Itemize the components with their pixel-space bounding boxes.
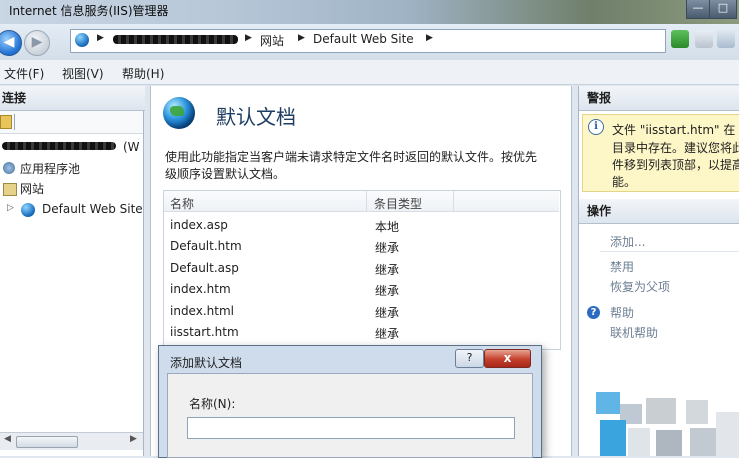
- breadcrumb-server[interactable]: [113, 35, 238, 44]
- server-node[interactable]: [2, 142, 116, 150]
- menu-view[interactable]: 视图(V): [62, 65, 104, 82]
- table-row-name[interactable]: iisstart.htm: [170, 325, 239, 339]
- horizontal-scrollbar[interactable]: ◀ ▶: [0, 432, 143, 450]
- breadcrumb-separator-icon: ▶: [245, 33, 252, 43]
- menu-bar: 文件(F) 视图(V) 帮助(H): [0, 60, 739, 85]
- window-controls: — □: [680, 0, 739, 20]
- table-row-name[interactable]: Default.asp: [170, 261, 239, 275]
- column-divider: [366, 191, 367, 211]
- desktop-tile: [686, 400, 708, 424]
- desktop-tile: [656, 430, 682, 456]
- column-divider: [453, 191, 454, 211]
- help-icon: ?: [587, 306, 600, 319]
- maximize-button[interactable]: □: [709, 0, 737, 19]
- column-header-type[interactable]: 条目类型: [374, 195, 422, 212]
- table-row-name[interactable]: index.html: [170, 304, 234, 318]
- info-icon: i: [588, 119, 604, 135]
- back-arrow-icon[interactable]: ◀: [0, 30, 22, 56]
- description-line-1: 使用此功能指定当客户端未请求特定文件名时返回的默认文件。按优先: [165, 150, 538, 164]
- dialog-close-button[interactable]: x: [484, 349, 531, 368]
- desktop-tile: [600, 420, 626, 456]
- table-row-type: 继承: [375, 263, 400, 277]
- expand-arrow-icon[interactable]: ▷: [7, 203, 14, 213]
- scroll-thumb[interactable]: [16, 436, 78, 448]
- breadcrumb-separator-icon: ▶: [426, 33, 433, 43]
- globe-icon: [75, 33, 89, 47]
- tree-item-default-web-site[interactable]: Default Web Site: [42, 202, 143, 216]
- toolbar-divider: [14, 114, 15, 130]
- minimize-button[interactable]: —: [686, 0, 710, 19]
- breadcrumb-sites[interactable]: 网站: [260, 32, 284, 49]
- desktop-tile: [716, 412, 739, 456]
- table-row-type: 继承: [375, 241, 400, 255]
- dialog-title: 添加默认文档: [170, 356, 243, 370]
- table-row-type: 本地: [375, 220, 400, 234]
- desktop-tile: [646, 398, 676, 424]
- window-title: Internet 信息服务(IIS)管理器: [9, 4, 169, 18]
- forward-arrow-icon[interactable]: ▶: [24, 30, 50, 56]
- breadcrumb-separator-icon: ▶: [298, 33, 305, 43]
- app-pool-icon: [3, 162, 15, 174]
- action-revert-to-parent-link[interactable]: 恢复为父项: [610, 278, 670, 295]
- table-row-name[interactable]: index.htm: [170, 282, 231, 296]
- table-row-type: 继承: [375, 327, 400, 341]
- dialog-help-button[interactable]: ?: [455, 349, 484, 368]
- actions-header: 操作: [579, 199, 739, 224]
- globe-land-shape: [170, 106, 184, 116]
- alert-text-line: 能。: [612, 175, 637, 189]
- column-header-name[interactable]: 名称: [170, 195, 194, 212]
- site-globe-icon: [21, 203, 35, 217]
- table-row-name[interactable]: index.asp: [170, 218, 228, 232]
- sites-folder-icon: [3, 183, 17, 196]
- home-icon[interactable]: [717, 30, 735, 48]
- menu-help[interactable]: 帮助(H): [122, 65, 164, 82]
- description-line-2: 级顺序设置默认文档。: [165, 167, 286, 181]
- stop-icon[interactable]: [695, 30, 713, 48]
- alert-text-line: 目录中存在。建议您将此: [612, 141, 739, 155]
- scroll-left-icon[interactable]: ◀: [4, 434, 11, 444]
- dialog-body: [167, 373, 533, 458]
- table-row-type: 继承: [375, 284, 400, 298]
- server-node-suffix: (W: [123, 140, 140, 154]
- table-row-type: 继承: [375, 306, 400, 320]
- action-add-link[interactable]: 添加...: [610, 233, 645, 250]
- desktop-tile: [690, 428, 716, 456]
- breadcrumb-default-web-site[interactable]: Default Web Site: [313, 32, 414, 46]
- breadcrumb-separator-icon: ▶: [97, 33, 104, 43]
- name-input[interactable]: [187, 417, 515, 439]
- tree-item-sites[interactable]: 网站: [20, 180, 44, 197]
- alert-text-line: 件移到列表顶部，以提高: [612, 158, 739, 172]
- folder-icon[interactable]: [0, 115, 12, 129]
- desktop-tile: [596, 392, 620, 414]
- action-online-help-link[interactable]: 联机帮助: [610, 324, 658, 341]
- table-header: [164, 191, 559, 212]
- connections-header: 连接: [0, 86, 145, 111]
- alert-text-line: 文件 "iisstart.htm" 在: [612, 123, 736, 137]
- desktop-tile: [628, 428, 650, 456]
- tree-item-app-pools[interactable]: 应用程序池: [20, 160, 80, 177]
- action-help-link[interactable]: 帮助: [610, 304, 634, 321]
- menu-file[interactable]: 文件(F): [4, 65, 44, 82]
- page-title: 默认文档: [216, 105, 296, 129]
- connections-toolbar: [0, 111, 143, 134]
- action-disable-link[interactable]: 禁用: [610, 258, 634, 275]
- name-label: 名称(N):: [189, 397, 236, 411]
- alerts-header: 警报: [579, 86, 739, 111]
- table-row-name[interactable]: Default.htm: [170, 239, 242, 253]
- scroll-right-icon[interactable]: ▶: [130, 434, 137, 444]
- refresh-icon[interactable]: [671, 30, 689, 48]
- actions-divider: [600, 251, 739, 252]
